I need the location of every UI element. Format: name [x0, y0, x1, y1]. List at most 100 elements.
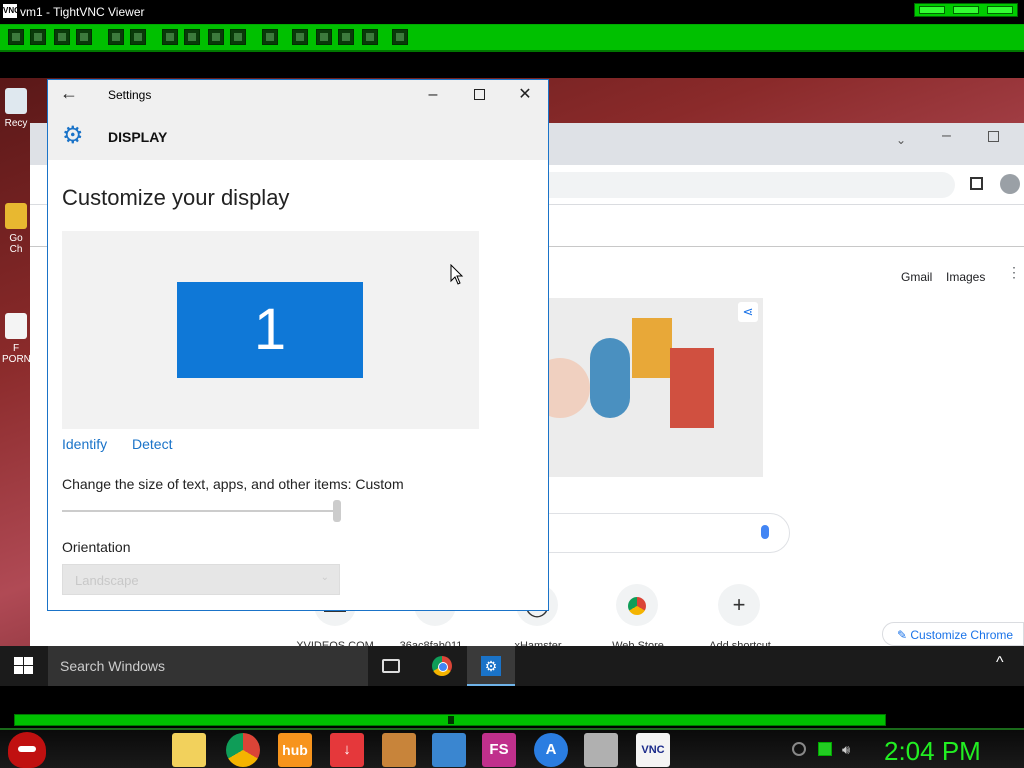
clock[interactable]: 2:04 PM — [884, 736, 981, 767]
volume-icon[interactable]: 🔊︎ — [842, 742, 856, 757]
task-view-icon — [382, 659, 400, 673]
share-icon[interactable]: ⋖ — [738, 302, 758, 322]
vnc-app-icon[interactable]: VNC — [636, 733, 670, 767]
settings-window-title: Settings — [108, 88, 152, 102]
recycle-bin-icon — [5, 88, 27, 114]
desktop-icon-chrome[interactable]: Go Ch — [2, 203, 30, 255]
taskbar-search-input[interactable]: Search Windows — [48, 646, 368, 686]
maximize-icon — [473, 89, 485, 101]
vnc-window-title: vm1 - TightVNC Viewer — [20, 5, 145, 19]
package-icon[interactable] — [382, 733, 416, 767]
orientation-select[interactable]: Landscape ⌄ — [62, 564, 340, 595]
scrollbar-grip[interactable] — [448, 716, 454, 724]
customize-chrome-button[interactable]: ✎ Customize Chrome — [882, 622, 1024, 646]
taskbar-settings-button[interactable]: ⚙ — [467, 646, 515, 686]
chevron-down-icon: ⌄ — [320, 572, 329, 583]
scale-label: Change the size of text, apps, and other… — [62, 476, 404, 492]
options-icon[interactable] — [54, 29, 70, 45]
gmail-link[interactable]: Gmail — [901, 270, 932, 284]
google-doodle[interactable]: ⋖ — [520, 298, 763, 477]
windows-start-icon[interactable] — [14, 657, 34, 675]
google-search-box[interactable] — [520, 513, 790, 553]
profile-icon[interactable] — [1000, 174, 1020, 194]
fullscreen-icon[interactable] — [392, 29, 408, 45]
vnc-logo-icon: VNC — [3, 4, 20, 18]
plus-icon: + — [732, 592, 746, 617]
file-transfer-icon[interactable] — [262, 29, 278, 45]
chevron-down-icon[interactable]: ⌄ — [896, 133, 906, 147]
tray-icon[interactable] — [792, 742, 806, 756]
refresh-icon[interactable] — [130, 29, 146, 45]
ctrl-key-icon[interactable] — [208, 29, 224, 45]
folder-icon[interactable] — [172, 733, 206, 767]
apps-grid-icon[interactable]: ⋮⋮ — [1007, 265, 1024, 284]
back-arrow-icon[interactable]: ← — [60, 83, 78, 104]
angry-bird-start-icon[interactable] — [8, 732, 46, 768]
mouse-cursor-icon — [450, 264, 464, 285]
alt-key-icon[interactable] — [230, 29, 246, 45]
detect-link[interactable]: Detect — [132, 436, 172, 452]
close-button[interactable]: ✕ — [502, 82, 548, 108]
taskbar-chrome-button[interactable] — [418, 646, 466, 686]
shortcut-tile[interactable] — [616, 584, 658, 626]
microphone-icon[interactable] — [761, 525, 769, 539]
zoom-out-icon[interactable] — [316, 29, 332, 45]
chrome-icon[interactable] — [226, 733, 260, 767]
orientation-value: Landscape — [75, 573, 139, 588]
desktop-icon-recycle-bin[interactable]: Recy — [2, 88, 30, 129]
customize-chrome-label: Customize Chrome — [910, 628, 1014, 642]
maximize-button[interactable] — [456, 82, 502, 108]
ctrl-alt-del-icon[interactable] — [162, 29, 178, 45]
omnibox[interactable] — [530, 172, 955, 198]
network-icon[interactable] — [818, 742, 832, 756]
ctrl-esc-icon[interactable] — [184, 29, 200, 45]
save-icon[interactable] — [30, 29, 46, 45]
info-icon[interactable] — [76, 29, 92, 45]
maximize-icon[interactable] — [953, 6, 979, 14]
new-connection-icon[interactable] — [8, 29, 24, 45]
chrome-icon — [432, 656, 452, 676]
minimize-button[interactable]: – — [410, 82, 456, 108]
monitor-tile[interactable]: 1 — [177, 282, 363, 378]
chrome-shortcut-icon — [5, 203, 27, 229]
settings-header: ← Settings – ✕ ⚙ DISPLAY — [48, 80, 548, 160]
chevron-up-icon[interactable]: ^ — [996, 654, 1004, 672]
task-view-button[interactable] — [368, 646, 416, 686]
maximize-icon[interactable] — [988, 131, 999, 142]
gear-app-icon[interactable] — [584, 733, 618, 767]
scale-slider-track[interactable] — [62, 510, 339, 512]
zoom-fit-icon[interactable] — [338, 29, 354, 45]
images-link[interactable]: Images — [946, 270, 985, 284]
doodle-shape — [590, 338, 630, 418]
a-app-icon[interactable]: A — [534, 733, 568, 767]
page-title: Customize your display — [62, 185, 290, 210]
settings-window: ← Settings – ✕ ⚙ DISPLAY Customize your … — [47, 79, 549, 611]
zoom-in-icon[interactable] — [292, 29, 308, 45]
arrows-icon[interactable] — [432, 733, 466, 767]
shortcut-tile[interactable]: + — [718, 584, 760, 626]
gear-icon: ⚙ — [62, 122, 84, 149]
webstore-icon — [628, 597, 646, 616]
desktop-icon-folder[interactable]: F PORN — [2, 313, 31, 365]
hub-icon[interactable]: hub — [278, 733, 312, 767]
identify-link[interactable]: Identify — [62, 436, 107, 452]
fs-icon[interactable]: FS — [482, 733, 516, 767]
windows-taskbar: Search Windows ⚙ ^ — [0, 646, 1024, 686]
minimize-icon[interactable]: – — [942, 127, 951, 145]
vnc-toolbar — [0, 24, 1024, 52]
pencil-icon: ✎ — [897, 628, 911, 642]
zoom-auto-icon[interactable] — [362, 29, 378, 45]
section-title: DISPLAY — [108, 129, 168, 145]
close-icon[interactable] — [987, 6, 1013, 14]
file-icon — [5, 313, 27, 339]
display-preview: 1 — [62, 231, 479, 429]
desktop-icon-label: Recy — [4, 118, 28, 129]
doodle-shape — [670, 348, 714, 428]
pause-icon[interactable] — [108, 29, 124, 45]
minimize-icon[interactable] — [919, 6, 945, 14]
side-panel-icon[interactable] — [970, 177, 983, 190]
scale-slider-thumb[interactable] — [333, 500, 341, 522]
vnc-horizontal-scrollbar[interactable] — [0, 686, 1024, 728]
vnc-window-controls[interactable] — [914, 3, 1018, 17]
download-icon[interactable]: ↓ — [330, 733, 364, 767]
